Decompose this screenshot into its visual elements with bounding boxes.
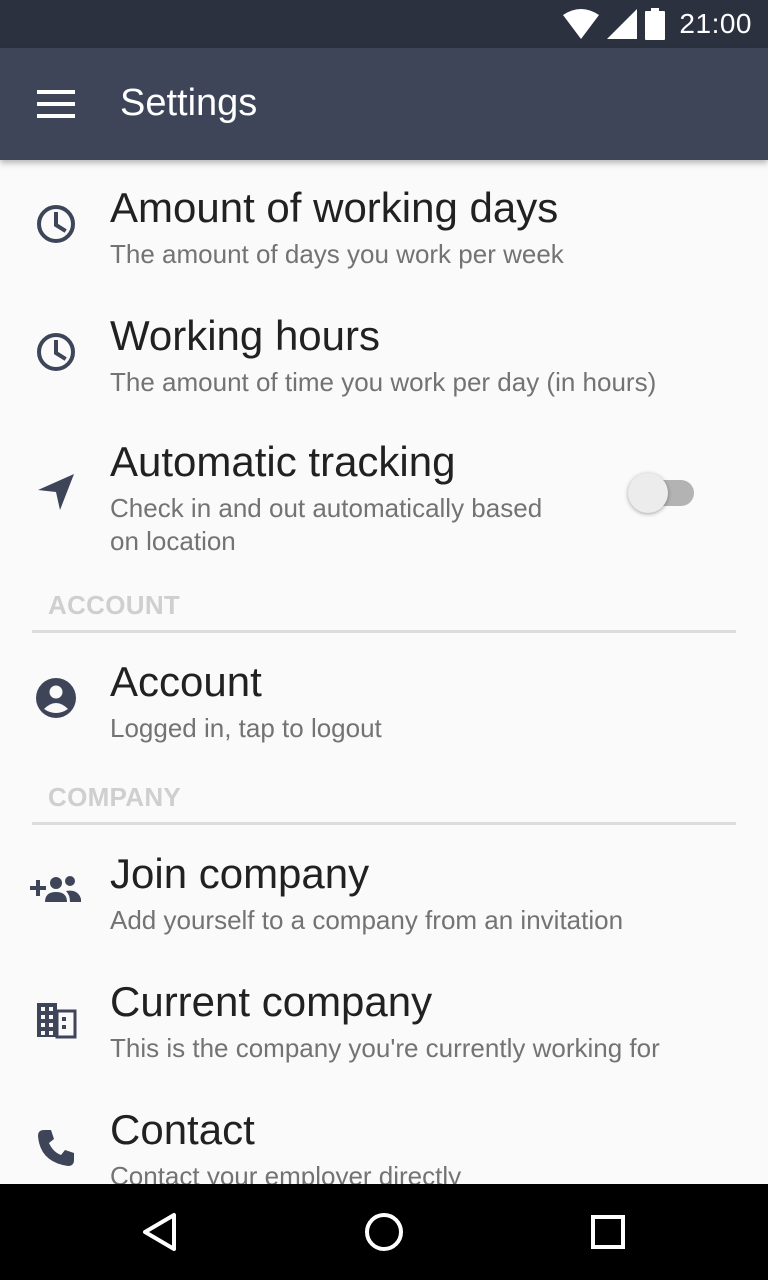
pref-working-hours[interactable]: Working hours The amount of time you wor… [0,288,768,416]
hamburger-menu-icon [37,90,75,118]
app-bar: Settings [0,48,768,160]
divider [32,822,736,825]
back-triangle-icon [143,1213,176,1251]
navigation-arrow-icon [32,468,80,516]
pref-summary: Logged in, tap to logout [110,713,382,743]
pref-summary: The amount of days you work per week [110,239,564,269]
home-circle-icon [365,1213,403,1251]
battery-icon [645,8,666,40]
divider [32,630,736,633]
pref-contact[interactable]: Contact Contact your employer directly [0,1088,768,1184]
section-header-account: ACCOUNT [48,590,181,620]
pref-join-company[interactable]: Join company Add yourself to a company f… [0,832,768,960]
account-circle-icon [32,674,80,722]
phone-icon [32,1124,80,1172]
pref-summary: The amount of time you work per day (in … [110,367,657,397]
page-title: Settings [120,82,258,124]
pref-working-days[interactable]: Amount of working days The amount of day… [0,160,768,288]
clock-icon [32,328,80,376]
settings-list[interactable]: Amount of working days The amount of day… [0,160,768,1184]
pref-account[interactable]: Account Logged in, tap to logout [0,640,768,768]
pref-summary: This is the company you're currently wor… [110,1033,660,1063]
pref-title: Account [110,658,262,705]
home-button[interactable] [350,1198,418,1266]
pref-summary-line: Check in and out automatically based [110,493,543,523]
clock-icon [32,200,80,248]
status-bar: 21:00 [0,0,768,48]
pref-title: Contact [110,1106,255,1153]
pref-title: Amount of working days [110,184,559,231]
pref-current-company[interactable]: Current company This is the company you'… [0,960,768,1088]
recents-square-icon [591,1215,625,1249]
pref-title: Working hours [110,312,381,359]
pref-summary: Add yourself to a company from an invita… [110,905,624,935]
cell-signal-icon [607,9,638,39]
pref-title: Join company [110,850,370,897]
pref-summary: Contact your employer directly [110,1161,462,1184]
recents-button[interactable] [574,1198,642,1266]
section-header-company: COMPANY [48,782,182,812]
system-nav-bar [0,1184,768,1280]
status-time: 21:00 [679,8,752,39]
status-icons: 21:00 [563,0,752,48]
pref-title: Automatic tracking [110,438,456,485]
automatic-tracking-toggle[interactable] [628,470,696,516]
business-building-icon [32,996,80,1044]
toggle-thumb [628,473,668,513]
menu-button[interactable] [20,68,92,140]
back-button[interactable] [126,1198,194,1266]
pref-summary-line: on location [110,526,236,556]
wifi-icon [563,9,600,39]
pref-title: Current company [110,978,433,1025]
group-add-icon [30,866,82,914]
